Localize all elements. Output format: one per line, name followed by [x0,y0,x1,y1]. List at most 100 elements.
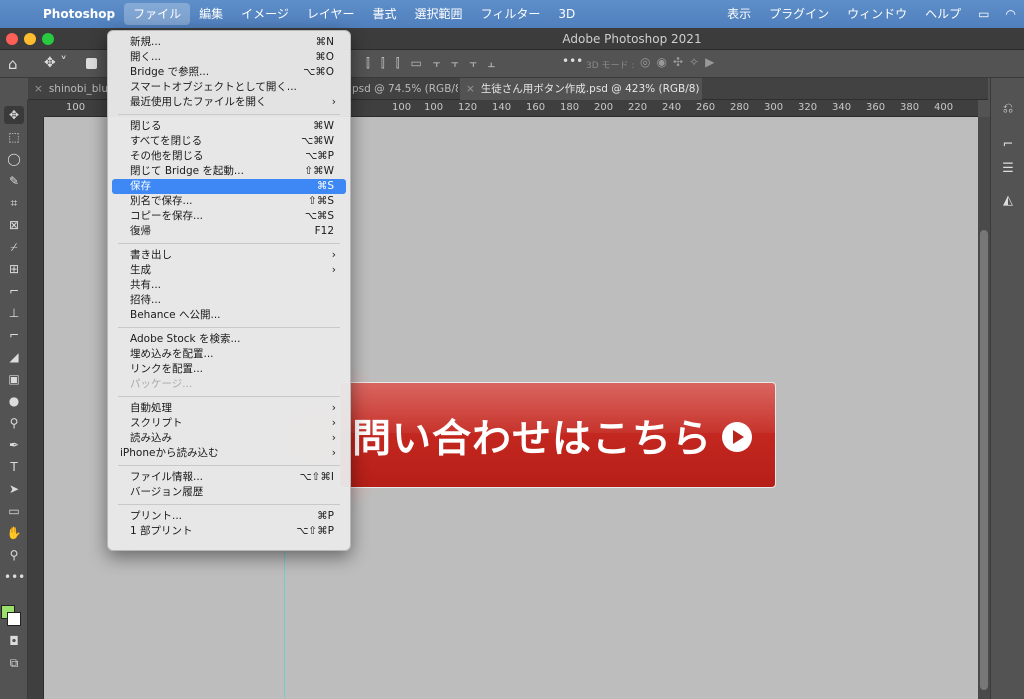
file-menu-item[interactable]: 書き出し › [112,248,346,263]
zoom-tool-icon[interactable]: ⚲ [4,546,24,564]
align-left-icon[interactable]: ⫿ [366,56,370,71]
menu-window[interactable]: ウィンドウ [838,3,916,25]
clone-stamp-tool-icon[interactable]: ⊥ [4,304,24,322]
tab-active-doc[interactable]: × 生徒さん用ボタン作成.psd @ 423% (RGB/8) * [460,78,702,100]
eyedropper-tool-icon[interactable]: ⌿ [4,238,24,256]
file-menu-item[interactable]: リンクを配置... [112,362,346,377]
contact-button-artwork: 問い合わせはこちら [339,382,776,488]
close-tab-icon[interactable]: × [466,83,475,95]
menu-type[interactable]: 書式 [364,3,406,25]
menu-help[interactable]: ヘルプ [916,3,970,25]
3d-camera-icon[interactable]: ▶ [705,55,714,69]
file-menu-item[interactable]: 閉じる ⌘W [112,119,346,134]
menu-select[interactable]: 選択範囲 [406,3,472,25]
file-menu-item[interactable]: 1 部プリント ⌥⇧⌘P [112,524,346,539]
close-tab-icon[interactable]: × [34,83,43,95]
more-tools-icon[interactable]: ••• [4,568,25,586]
scrollbar-thumb[interactable] [980,230,988,690]
file-menu-item[interactable]: コピーを保存... ⌥⌘S [112,209,346,224]
pen-tool-icon[interactable]: ✒ [4,436,24,454]
quick-mask-icon[interactable]: ◘ [4,632,24,650]
tab-shinobi[interactable]: × shinobi_blu [28,78,108,100]
more-options-icon[interactable]: ••• [562,54,583,68]
file-menu-item[interactable]: 復帰 F12 [112,224,346,239]
file-menu-item[interactable]: プリント... ⌘P [112,509,346,524]
properties-icon[interactable]: ◭ [999,192,1017,210]
align-middle-icon[interactable]: ⫟ [451,56,458,71]
distribute-vertical-icon[interactable]: ⫠ [488,56,495,71]
distribute-icon[interactable]: ▭ [411,56,422,71]
menu-3d[interactable]: 3D [549,3,584,25]
battery-icon[interactable]: ▭ [970,7,997,21]
file-menu-item[interactable]: Behance へ公開... [112,308,346,323]
menu-plugins[interactable]: プラグイン [760,3,838,25]
crop-tool-icon[interactable]: ⌗ [4,194,24,212]
menu-edit[interactable]: 編集 [190,3,232,25]
menu-view[interactable]: 表示 [718,3,760,25]
rectangle-tool-icon[interactable]: ▭ [4,502,24,520]
file-menu-item[interactable]: 読み込み › [112,431,346,446]
3d-pan-icon[interactable]: ✣ [673,55,683,69]
file-menu-item[interactable]: すべてを閉じる ⌥⌘W [112,134,346,149]
type-tool-icon[interactable]: T [4,458,24,476]
eraser-tool-icon[interactable]: ◢ [4,348,24,366]
history-panel-icon[interactable]: ⎌ [999,100,1017,118]
tools-panel: ✥ ⬚ ◯ ✎ ⌗ ⊠ ⌿ ⊞ ⌐ ⊥ ⌐ ◢ ▣ ● ⚲ ✒ T ➤ ▭ ✋ … [0,100,28,699]
healing-brush-tool-icon[interactable]: ⊞ [4,260,24,278]
file-menu-item[interactable]: スクリプト › [112,416,346,431]
background-color-swatch[interactable] [7,612,21,626]
blur-tool-icon[interactable]: ● [4,392,24,410]
move-tool-icon[interactable]: ✥ [4,106,24,124]
menu-layer[interactable]: レイヤー [298,3,364,25]
file-menu-item[interactable]: 最近使用したファイルを開く › [112,95,346,110]
file-menu-item[interactable]: 閉じて Bridge を起動... ⇧⌘W [112,164,346,179]
frame-tool-icon[interactable]: ⊠ [4,216,24,234]
3d-slide-icon[interactable]: ✧ [689,55,699,69]
brush-tool-icon[interactable]: ⌐ [4,282,24,300]
history-brush-tool-icon[interactable]: ⌐ [4,326,24,344]
file-menu-item[interactable]: 埋め込みを配置... [112,347,346,362]
auto-select-checkbox[interactable] [86,58,97,69]
adjustments-icon[interactable]: ☰ [999,160,1017,178]
hand-tool-icon[interactable]: ✋ [4,524,24,542]
file-menu-item[interactable]: スマートオブジェクトとして開く... [112,80,346,95]
lasso-tool-icon[interactable]: ◯ [4,150,24,168]
file-menu-item[interactable]: 生成 › [112,263,346,278]
file-menu-item: パッケージ... [112,377,346,392]
marquee-tool-icon[interactable]: ⬚ [4,128,24,146]
menu-file[interactable]: ファイル [124,3,191,25]
file-menu-item[interactable]: ファイル情報... ⌥⇧⌘I [112,470,346,485]
file-menu-item[interactable]: 新規... ⌘N [112,35,346,50]
file-menu-item[interactable]: 保存 ⌘S [112,179,346,194]
gradient-tool-icon[interactable]: ▣ [4,370,24,388]
file-menu-item[interactable]: その他を閉じる ⌥⌘P [112,149,346,164]
align-top-icon[interactable]: ⫟ [433,56,440,71]
menu-image[interactable]: イメージ [232,3,298,25]
file-menu-item[interactable]: 自動処理 › [112,401,346,416]
file-menu-item[interactable]: iPhoneから読み込む › [112,446,346,461]
3d-rotate-icon[interactable]: ◎ [640,55,650,69]
file-menu-item[interactable]: Adobe Stock を検索... [112,332,346,347]
brush-settings-icon[interactable]: ⌐ [999,136,1017,154]
dodge-tool-icon[interactable]: ⚲ [4,414,24,432]
quick-select-tool-icon[interactable]: ✎ [4,172,24,190]
screen-mode-icon[interactable]: ⧉ [4,654,24,672]
align-bottom-icon[interactable]: ⫟ [469,56,476,71]
menu-filter[interactable]: フィルター [472,3,550,25]
file-menu-item[interactable]: 別名で保存... ⇧⌘S [112,194,346,209]
align-right-icon[interactable]: ⫿ [396,56,400,71]
menu-app-name[interactable]: Photoshop [34,3,124,25]
move-tool-preset-icon[interactable]: ✥ ˅ [44,55,67,71]
file-menu-item[interactable]: バージョン履歴 [112,485,346,500]
file-menu-item[interactable]: 共有... [112,278,346,293]
3d-roll-icon[interactable]: ◉ [656,55,666,69]
align-center-icon[interactable]: ⫿ [381,56,385,71]
file-menu-item[interactable]: Bridge で参照... ⌥⌘O [112,65,346,80]
wifi-icon[interactable]: ◠ [998,7,1024,21]
home-icon[interactable]: ⌂ [8,55,18,73]
path-selection-tool-icon[interactable]: ➤ [4,480,24,498]
canvas-vertical-scrollbar[interactable] [978,117,990,699]
file-menu-item[interactable]: 招待... [112,293,346,308]
tab-second-doc[interactable]: psd @ 74.5% (RGB/8) [346,78,458,100]
file-menu-item[interactable]: 開く... ⌘O [112,50,346,65]
